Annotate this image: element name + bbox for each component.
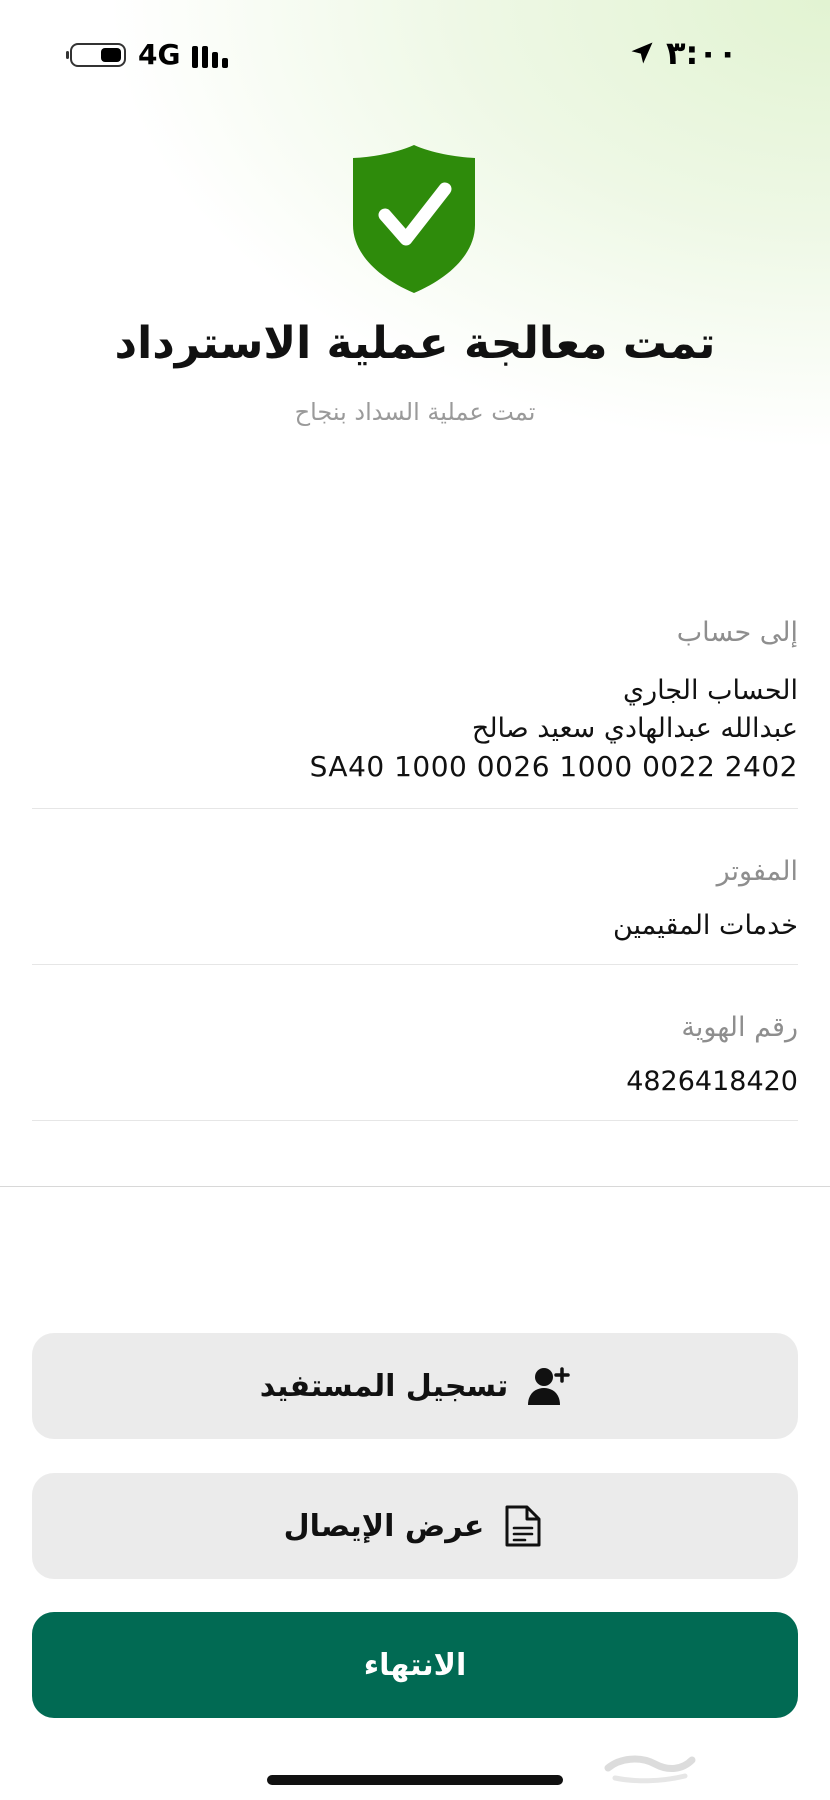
account-holder-name: عبدالله عبدالهادي سعيد صالح — [471, 713, 798, 744]
network-type: 4G — [138, 38, 181, 71]
view-receipt-label: عرض الإيصال — [283, 1508, 485, 1544]
register-beneficiary-label: تسجيل المستفيد — [259, 1368, 509, 1404]
battery-icon — [66, 42, 126, 67]
register-beneficiary-button[interactable]: تسجيل المستفيد — [32, 1333, 798, 1439]
account-section: إلى حساب الحساب الجاري عبدالله عبدالهادي… — [32, 596, 798, 809]
finish-button[interactable]: الانتهاء — [32, 1612, 798, 1718]
section-divider — [0, 1186, 830, 1187]
biller-label: المفوتر — [716, 856, 798, 887]
clock-time: ٣:٠٠ — [666, 34, 738, 72]
page-subtitle: تمت عملية السداد بنجاح — [294, 398, 536, 426]
finish-label: الانتهاء — [363, 1647, 467, 1683]
status-left: 4G — [66, 38, 229, 71]
shield-check-icon — [351, 143, 477, 295]
home-indicator — [267, 1775, 563, 1785]
transaction-details: إلى حساب الحساب الجاري عبدالله عبدالهادي… — [32, 596, 798, 1121]
status-right: ٣:٠٠ — [628, 34, 737, 72]
id-number-value: 4826418420 — [626, 1066, 798, 1097]
biller-section: المفوتر خدمات المقيمين — [32, 809, 798, 965]
account-label: إلى حساب — [676, 617, 798, 648]
watermark-logo — [600, 1738, 700, 1788]
id-number-label: رقم الهوية — [681, 1012, 798, 1043]
account-iban: SA40 1000 0026 1000 0022 2402 — [309, 750, 798, 783]
id-number-section: رقم الهوية 4826418420 — [32, 965, 798, 1121]
account-type: الحساب الجاري — [622, 675, 798, 706]
status-bar: 4G ٣:٠٠ — [0, 0, 830, 110]
page-title: تمت معالجة عملية الاسترداد — [114, 318, 716, 369]
document-icon — [500, 1503, 546, 1549]
biller-value: خدمات المقيمين — [612, 910, 798, 941]
add-user-icon — [524, 1363, 570, 1409]
signal-bars-icon — [192, 42, 229, 68]
location-arrow-icon — [631, 42, 653, 64]
view-receipt-button[interactable]: عرض الإيصال — [32, 1473, 798, 1579]
